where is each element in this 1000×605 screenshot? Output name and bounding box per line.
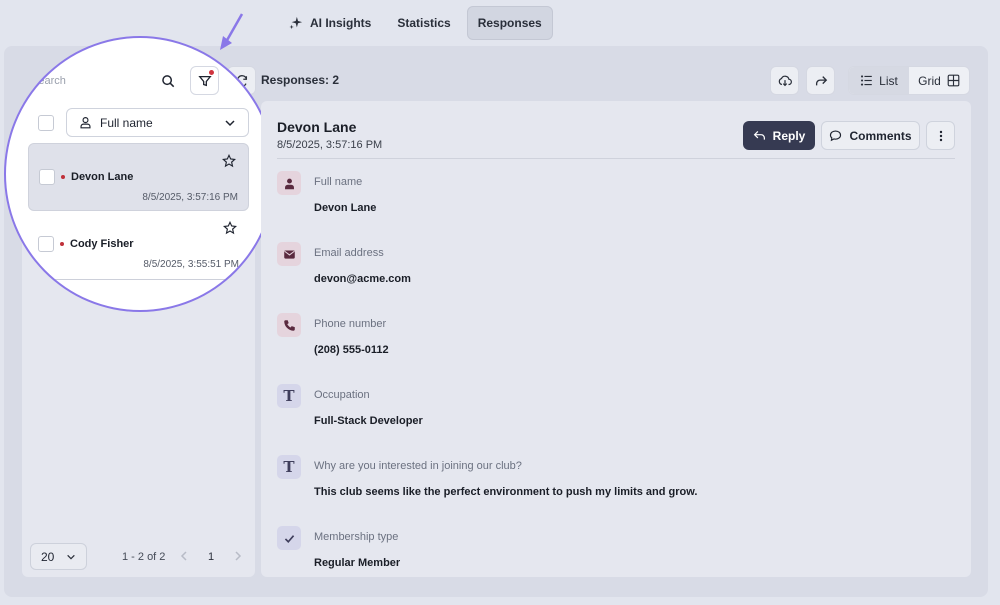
search-input[interactable] (31, 74, 151, 87)
reply-label: Reply (772, 128, 806, 143)
field-value: Full-Stack Developer (314, 415, 423, 427)
arrow-pointer-icon (220, 13, 244, 50)
top-tabs: AI Insights Statistics Responses (279, 6, 553, 40)
response-detail-panel: Devon Lane 8/5/2025, 3:57:16 PM Reply Co… (261, 101, 971, 577)
list-icon (861, 75, 872, 86)
view-grid-label: Grid (918, 73, 941, 88)
more-options-button[interactable] (926, 121, 955, 150)
tab-label: Responses (477, 16, 542, 30)
phone-icon (277, 313, 301, 337)
person-outline-icon (80, 117, 91, 129)
list-header: Full name (22, 101, 255, 143)
view-list-label: List (879, 73, 898, 88)
field-value: devon@acme.com (314, 273, 411, 285)
field-select-label: Full name (100, 115, 153, 130)
field-full-name: Full name Devon Lane (277, 171, 877, 231)
chevron-down-icon (225, 119, 235, 126)
field-label: Full name (314, 176, 363, 188)
field-label: Why are you interested in joining our cl… (314, 460, 522, 472)
view-grid-button[interactable]: Grid (909, 67, 969, 94)
item-name: Devon Lane (71, 171, 134, 183)
pager-info: 1 - 2 of 2 (122, 551, 166, 563)
star-icon[interactable] (223, 221, 237, 235)
chevron-down-icon (67, 554, 75, 560)
field-occupation: T Occupation Full-Stack Developer (277, 384, 877, 444)
search-box[interactable] (23, 66, 183, 95)
tab-ai-insights[interactable]: AI Insights (279, 6, 381, 40)
list-item[interactable]: Cody Fisher 8/5/2025, 3:55:51 PM (28, 211, 249, 279)
item-checkbox[interactable] (38, 236, 54, 252)
field-membership: Membership type Regular Member (277, 526, 877, 577)
view-list-button[interactable]: List (849, 67, 909, 94)
field-interest: T Why are you interested in joining our … (277, 455, 877, 515)
grid-icon (947, 74, 960, 87)
filter-icon (197, 75, 212, 86)
detail-name: Devon Lane (277, 119, 357, 135)
item-date: 8/5/2025, 3:55:51 PM (143, 259, 239, 270)
comments-label: Comments (849, 128, 912, 143)
text-icon: T (277, 455, 301, 479)
field-email: Email address devon@acme.com (277, 242, 877, 302)
search-icon (162, 74, 175, 87)
comment-icon (830, 130, 842, 142)
star-icon[interactable] (222, 154, 236, 168)
pager-current-page[interactable]: 1 (208, 551, 214, 563)
item-date: 8/5/2025, 3:57:16 PM (142, 192, 238, 203)
magnified-highlight: Full name Devon Lane 8/5/2025, 3:57:16 P… (5, 37, 275, 311)
cloud-download-icon (778, 75, 792, 86)
responses-count: Responses: 2 (261, 73, 340, 87)
chevron-left-icon[interactable] (178, 550, 190, 562)
field-value: Devon Lane (314, 202, 377, 214)
tab-responses[interactable]: Responses (466, 6, 553, 40)
field-select[interactable]: Full name (66, 108, 249, 137)
tab-label: Statistics (397, 16, 451, 30)
list-divider (28, 279, 249, 280)
item-name: Cody Fisher (70, 238, 134, 250)
check-icon (277, 526, 301, 550)
field-label: Email address (314, 247, 384, 259)
unread-dot (60, 242, 64, 246)
share-button[interactable] (806, 66, 835, 95)
field-label: Occupation (314, 389, 370, 401)
tab-label: AI Insights (310, 16, 372, 30)
tab-statistics[interactable]: Statistics (387, 6, 460, 40)
list-item[interactable]: Devon Lane 8/5/2025, 3:57:16 PM (28, 143, 249, 211)
view-toggle: List Grid (848, 66, 970, 95)
field-value: This club seems like the perfect environ… (314, 486, 698, 498)
comments-button[interactable]: Comments (821, 121, 920, 150)
person-icon (277, 171, 301, 195)
more-vertical-icon (939, 130, 942, 141)
field-value: (208) 555-0112 (314, 344, 389, 356)
field-label: Membership type (314, 531, 399, 543)
chevron-right-icon[interactable] (232, 550, 244, 562)
filter-button[interactable] (190, 66, 219, 95)
field-label: Phone number (314, 318, 387, 330)
filter-active-dot (209, 70, 214, 75)
field-phone: Phone number (208) 555-0112 (277, 313, 877, 373)
detail-divider (277, 158, 955, 159)
select-all-checkbox[interactable] (38, 115, 54, 131)
reply-button[interactable]: Reply (743, 121, 815, 150)
page-size-select[interactable]: 20 (30, 543, 87, 570)
mail-icon (277, 242, 301, 266)
page-size-value: 20 (41, 549, 55, 564)
download-button[interactable] (770, 66, 799, 95)
sparkles-icon (289, 16, 303, 30)
detail-date: 8/5/2025, 3:57:16 PM (277, 139, 383, 151)
reply-icon (753, 131, 765, 140)
item-checkbox[interactable] (39, 169, 55, 185)
unread-dot (61, 175, 65, 179)
share-arrow-icon (815, 75, 827, 85)
field-value: Regular Member (314, 557, 401, 569)
text-icon: T (277, 384, 301, 408)
